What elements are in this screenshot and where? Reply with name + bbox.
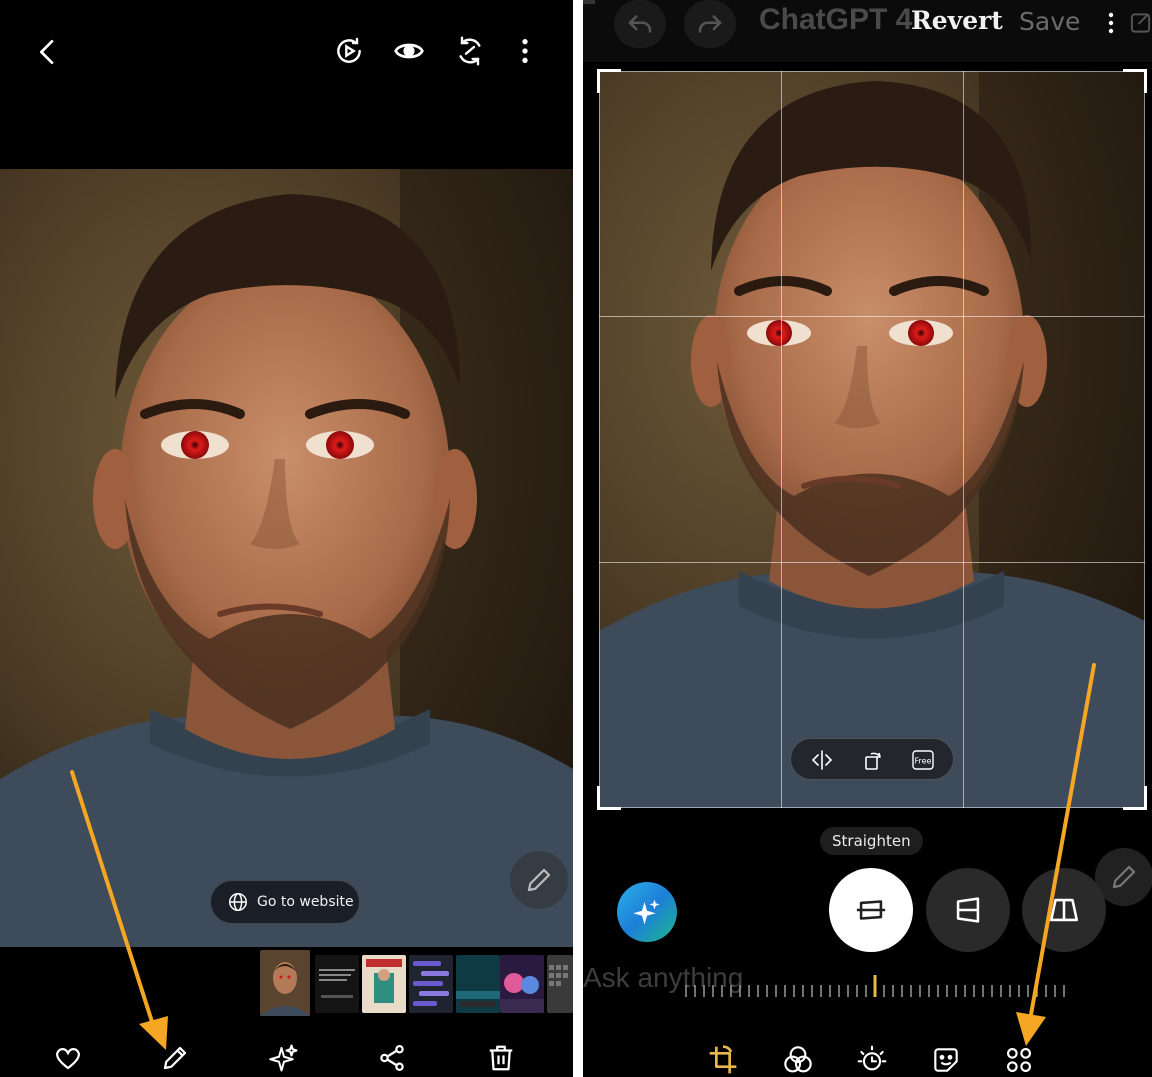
rotate-icon[interactable] [860,747,886,773]
horizontal-perspective-icon [1049,898,1079,922]
filters-icon[interactable] [780,1042,816,1077]
main-photo[interactable] [0,169,573,947]
back-icon[interactable] [28,32,68,72]
left-screenshot: Go to website [0,0,573,1077]
crop-border [599,71,1145,72]
brightness-icon[interactable] [854,1042,890,1077]
eye-icon[interactable] [389,31,429,71]
horizontal-perspective-button[interactable] [1022,868,1106,952]
globe-icon [229,893,247,911]
straighten-ruler[interactable] [680,973,1070,1013]
sparkle-icon [633,899,660,925]
sticker-icon[interactable] [928,1042,964,1077]
pencil-edit-icon[interactable] [157,1040,193,1076]
straighten-mode-button[interactable] [829,868,913,952]
crop-rotate-icon[interactable] [705,1042,741,1077]
grid-line [781,71,782,808]
right-screenshot: ChatGPT 4 Revert Save Free Straighten As… [583,0,1152,1077]
crop-border [1144,71,1145,808]
save-button[interactable]: Save [1019,7,1080,36]
straighten-icon [856,900,886,920]
undo-button[interactable] [614,0,666,48]
crop-border [599,807,1145,808]
flip-icon[interactable] [809,747,835,773]
trash-icon[interactable] [483,1040,519,1076]
editor-bottom-bar [583,1020,1152,1077]
thumbnail-chat[interactable] [409,955,453,1013]
more-vert-icon[interactable] [1099,10,1123,36]
crop-handle-top-right[interactable] [1123,69,1147,93]
crop-border [599,71,600,808]
thumbnail-magazine[interactable] [362,955,406,1013]
go-to-website-label: Go to website [257,894,354,910]
share-icon[interactable] [374,1040,410,1076]
go-to-website-button[interactable]: Go to website [210,880,360,924]
thumbnail-teal[interactable] [456,955,500,1013]
sparkle-ai-icon[interactable] [266,1040,302,1076]
grid-line [963,71,964,808]
grid-line [599,562,1145,563]
remaster-icon[interactable] [450,31,490,71]
crop-handle-bottom-left[interactable] [597,786,621,810]
heart-icon[interactable] [50,1040,86,1076]
edit-square-icon [1129,8,1152,38]
bottom-action-bar [0,1022,573,1077]
undo-icon [628,15,652,33]
revert-button[interactable]: Revert [911,6,1003,35]
ghost-menu-glyph [583,0,595,4]
thumbnail-portrait[interactable] [260,950,310,1016]
more-tools-icon[interactable] [1001,1042,1037,1077]
redo-button[interactable] [684,0,736,48]
motion-play-icon[interactable] [329,31,369,71]
svg-text:Free: Free [915,757,932,766]
edit-fab-button[interactable] [510,851,568,909]
grid-line [599,316,1145,317]
thumbnail-strip [0,947,573,1022]
ghost-title: ChatGPT 4 [759,3,913,36]
more-vert-icon[interactable] [505,31,545,71]
vertical-perspective-icon [956,897,980,923]
vertical-perspective-button[interactable] [926,868,1010,952]
thumbnail-keyboard[interactable] [547,955,573,1013]
crop-frame[interactable] [597,69,1147,810]
ai-sparkle-button[interactable] [617,882,677,942]
free-aspect-icon[interactable]: Free [910,747,936,773]
top-toolbar: ChatGPT 4 Revert Save [583,0,1152,62]
redo-icon [698,15,722,33]
pencil-icon [1112,865,1136,889]
thumbnail-text[interactable] [315,955,359,1013]
straighten-tooltip: Straighten [820,827,923,855]
crop-handle-bottom-right[interactable] [1123,786,1147,810]
crop-handle-top-left[interactable] [597,69,621,93]
crop-tools-pill: Free [790,738,954,780]
thumbnail-colorful[interactable] [500,955,544,1013]
